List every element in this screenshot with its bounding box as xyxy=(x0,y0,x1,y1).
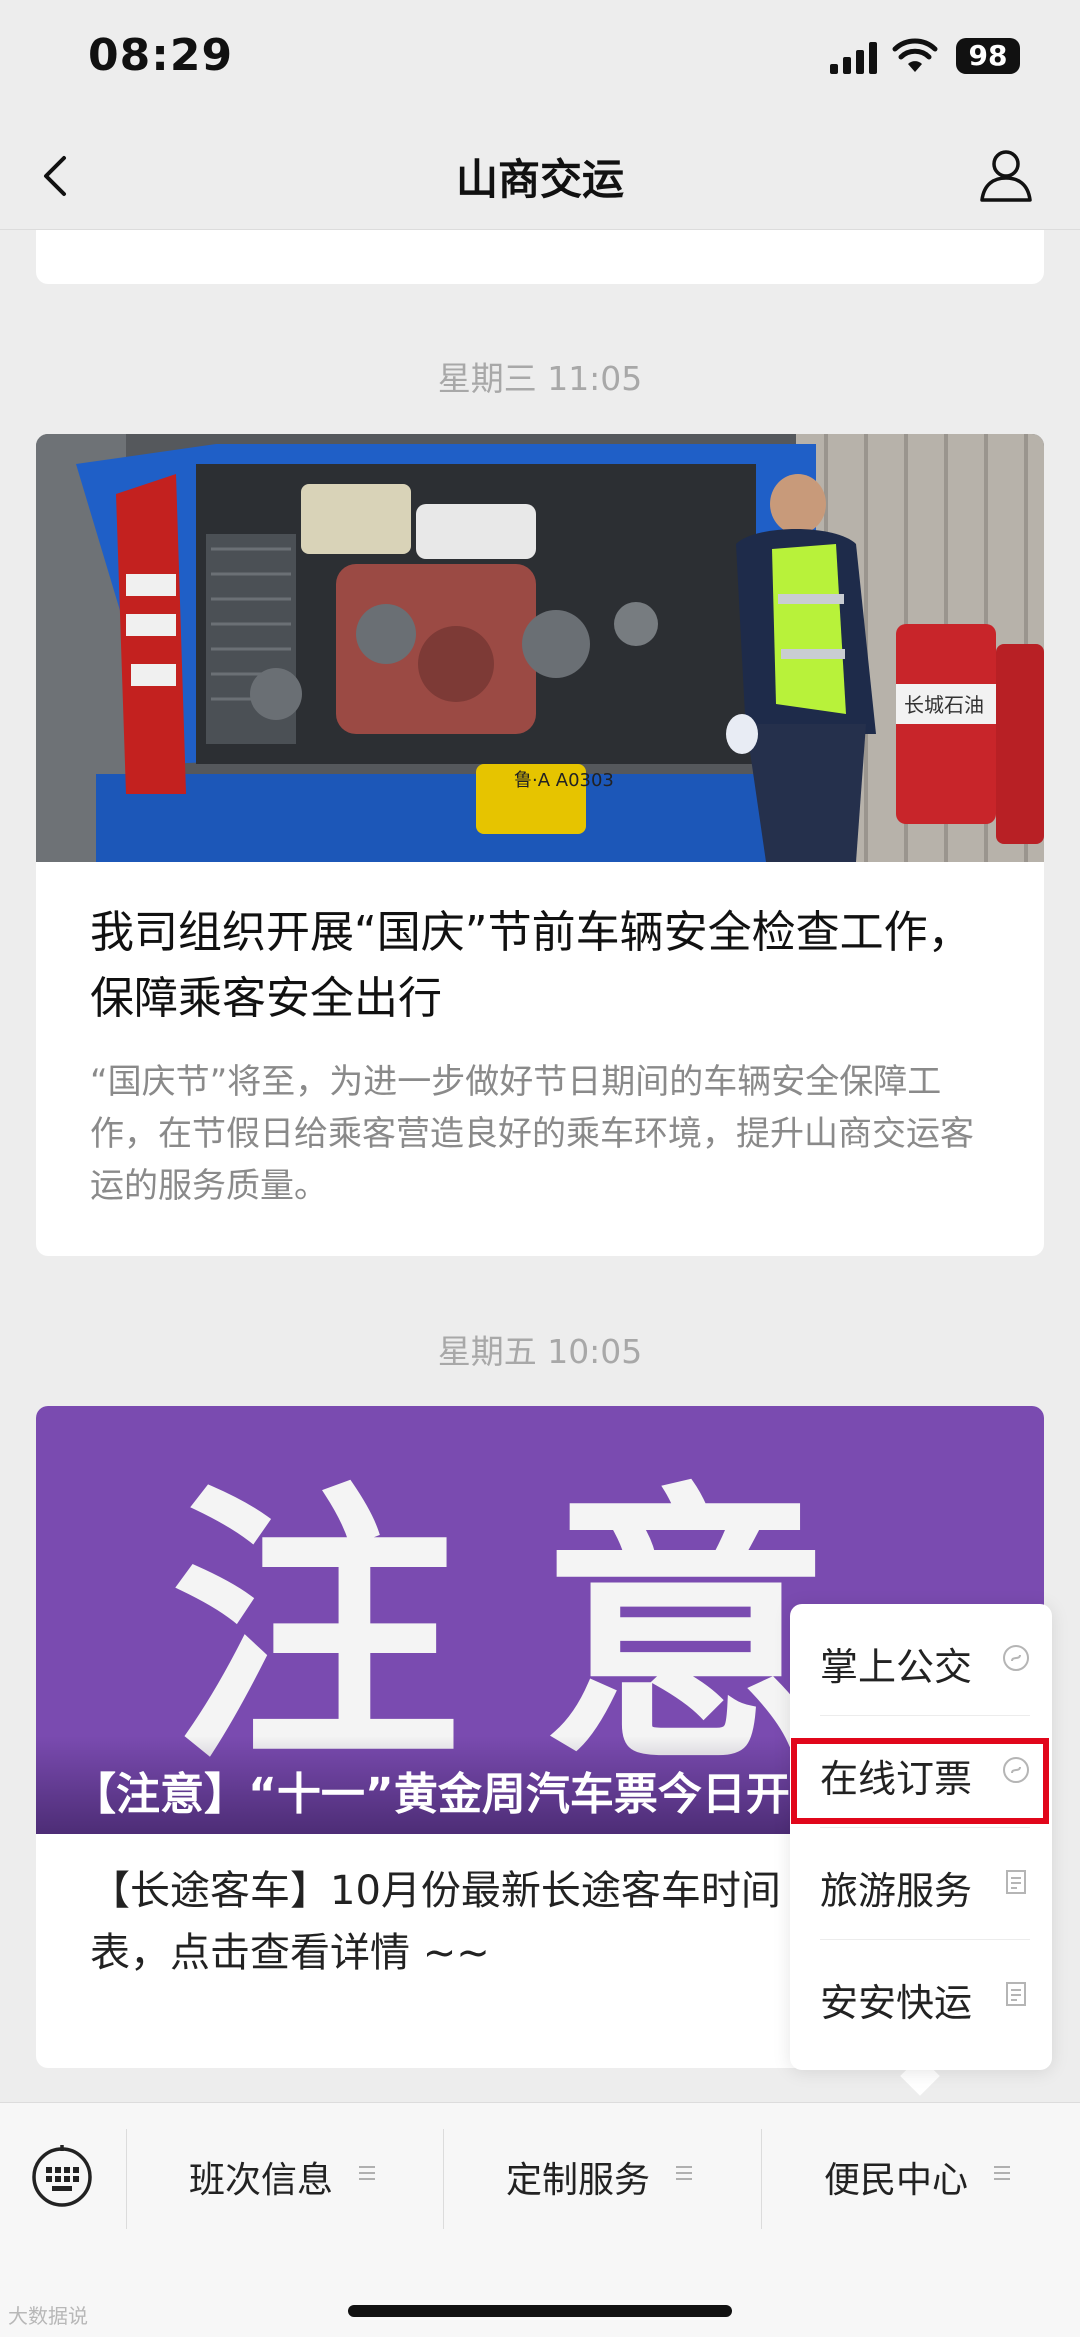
tab-custom-service[interactable]: 定制服务 xyxy=(444,2103,761,2253)
menu-icon xyxy=(676,2166,692,2180)
tab-convenience-center[interactable]: 便民中心 xyxy=(762,2103,1080,2253)
tab-schedule-info[interactable]: 班次信息 xyxy=(127,2103,443,2253)
bottom-menu-bar: 班次信息 定制服务 便民中心 xyxy=(0,2102,1080,2337)
article-icon xyxy=(1006,1870,1026,1894)
article-title: 我司组织开展“国庆”节前车辆安全检查工作，保障乘客安全出行 xyxy=(90,907,972,1024)
nav-bar: 山商交运 xyxy=(0,120,1080,230)
battery-icon: 98 xyxy=(956,38,1020,74)
article-description: 【长途客车】10月份最新长途客车时间表，点击查看详情 ~~ xyxy=(90,1868,781,1976)
license-plate-text: 鲁·A A0303 xyxy=(514,770,614,791)
submenu-item-label: 掌上公交 xyxy=(820,1645,973,1689)
wifi-icon xyxy=(892,38,938,72)
status-time: 08:29 xyxy=(88,30,234,81)
highlight-box xyxy=(791,1738,1049,1824)
message-timestamp: 星期五 10:05 xyxy=(437,1332,643,1371)
submenu-item-travel[interactable]: 旅游服务 xyxy=(820,1828,1030,1940)
article-card-safety-check[interactable]: 长城石油 鲁·A A0303 我司组织开展“国庆”节前车辆安全检查工作，保障乘客… xyxy=(36,434,1044,1256)
tab-label: 便民中心 xyxy=(824,2160,969,2201)
tab-label: 班次信息 xyxy=(189,2160,334,2201)
article-description: “国庆节”将至，为进一步做好节日期间的车辆安全保障工作，在节假日给乘客营造良好的… xyxy=(90,1062,974,1206)
message-timestamp: 星期三 11:05 xyxy=(437,359,643,398)
oil-drum-label: 长城石油 xyxy=(904,693,984,717)
signal-icon xyxy=(830,42,877,74)
page-title: 山商交运 xyxy=(455,155,624,204)
submenu-item-express[interactable]: 安安快运 xyxy=(820,1940,1030,2052)
home-indicator xyxy=(348,2305,732,2317)
profile-icon[interactable] xyxy=(976,144,1036,204)
submenu-item-bus[interactable]: 掌上公交 xyxy=(820,1604,1030,1716)
article-cover-image: 长城石油 鲁·A A0303 xyxy=(36,434,1044,862)
tab-label: 定制服务 xyxy=(506,2160,651,2201)
menu-icon xyxy=(994,2166,1010,2180)
previous-card-tail[interactable] xyxy=(36,230,1044,284)
banner-caption-text: 【注意】“十一”黄金周汽车票今日开 xyxy=(72,1769,790,1820)
submenu-popup: 掌上公交 在线订票 旅游服务 安安快运 xyxy=(790,1604,1052,2070)
keyboard-icon[interactable] xyxy=(30,2143,94,2209)
menu-icon xyxy=(359,2166,375,2180)
submenu-item-label: 旅游服务 xyxy=(820,1869,973,1913)
mini-program-icon xyxy=(1003,1645,1029,1671)
watermark: 大数据说 xyxy=(8,2304,88,2328)
status-bar: 08:29 98 xyxy=(0,0,1080,120)
submenu-item-label: 安安快运 xyxy=(820,1981,973,2025)
article-icon xyxy=(1006,1982,1026,2006)
